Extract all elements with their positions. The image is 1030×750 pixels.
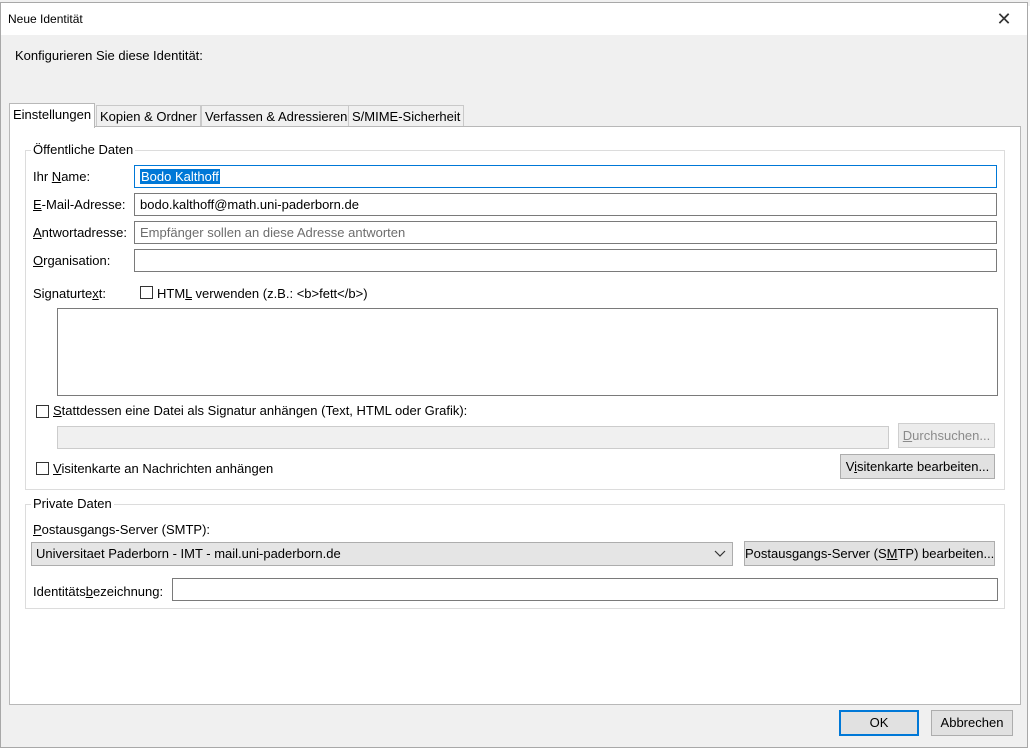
signature-textarea[interactable] xyxy=(57,308,998,396)
html-checkbox[interactable] xyxy=(140,286,153,299)
vcard-checkbox[interactable] xyxy=(36,462,49,475)
dialog-subtitle: Konfigurieren Sie diese Identität: xyxy=(15,48,203,63)
chevron-down-icon xyxy=(714,543,726,570)
smtp-label: Postausgangs-Server (SMTP): xyxy=(33,522,211,537)
cancel-button[interactable]: Abbrechen xyxy=(931,710,1013,736)
signature-label: Signaturtext: xyxy=(33,286,106,301)
edit-vcard-button[interactable]: Visitenkarte bearbeiten... xyxy=(840,454,995,479)
reply-to-input[interactable]: Empfänger sollen an diese Adresse antwor… xyxy=(134,221,997,244)
tab-einstellungen[interactable]: Einstellungen xyxy=(9,103,96,128)
edit-smtp-button[interactable]: Postausgangs-Server (SMTP) bearbeiten... xyxy=(744,541,995,566)
new-identity-dialog: Neue Identität ✕ Konfigurieren Sie diese… xyxy=(0,2,1028,748)
vcard-label[interactable]: Visitenkarte an Nachrichten anhängen xyxy=(53,461,273,476)
private-data-group: Private Daten Postausgangs-Server (SMTP)… xyxy=(25,496,1005,609)
settings-panel: Öffentliche Daten Ihr Name: Bodo Kalthof… xyxy=(9,126,1021,705)
signature-file-path-input[interactable] xyxy=(57,426,889,449)
attach-file-label[interactable]: Stattdessen eine Datei als Signatur anhä… xyxy=(53,403,467,418)
public-data-legend: Öffentliche Daten xyxy=(31,142,136,157)
window-title: Neue Identität xyxy=(8,12,83,26)
identity-label: Identitätsbezeichnung: xyxy=(33,584,164,599)
browse-button[interactable]: Durchsuchen... xyxy=(898,423,995,448)
organisation-label: Organisation: xyxy=(33,253,111,268)
organisation-input[interactable] xyxy=(134,249,997,272)
close-icon[interactable]: ✕ xyxy=(989,5,1019,33)
title-bar: Neue Identität ✕ xyxy=(1,3,1027,35)
name-label: Ihr Name: xyxy=(33,169,91,184)
name-value: Bodo Kalthoff xyxy=(140,169,220,184)
ok-button[interactable]: OK xyxy=(839,710,919,736)
reply-to-label: Antwortadresse: xyxy=(33,225,127,240)
private-data-legend: Private Daten xyxy=(31,496,114,511)
html-checkbox-label[interactable]: HTML verwenden (z.B.: <b>fett</b>) xyxy=(157,286,368,301)
reply-to-placeholder: Empfänger sollen an diese Adresse antwor… xyxy=(140,225,406,240)
smtp-server-select[interactable]: Universitaet Paderborn - IMT - mail.uni-… xyxy=(31,542,733,566)
identity-name-input[interactable] xyxy=(172,578,998,601)
public-data-group: Öffentliche Daten Ihr Name: Bodo Kalthof… xyxy=(25,142,1005,490)
attach-file-checkbox[interactable] xyxy=(36,405,49,418)
smtp-server-selected-value: Universitaet Paderborn - IMT - mail.uni-… xyxy=(36,546,341,561)
name-input[interactable]: Bodo Kalthoff xyxy=(134,165,997,188)
tab-smime-sicherheit[interactable]: S/MIME-Sicherheit xyxy=(348,105,465,126)
email-label: E-Mail-Adresse: xyxy=(33,197,126,212)
email-input[interactable]: bodo.kalthoff@math.uni-paderborn.de xyxy=(134,193,997,216)
tab-kopien-ordner[interactable]: Kopien & Ordner xyxy=(96,105,201,126)
tab-verfassen-adressieren[interactable]: Verfassen & Adressieren xyxy=(201,105,352,126)
